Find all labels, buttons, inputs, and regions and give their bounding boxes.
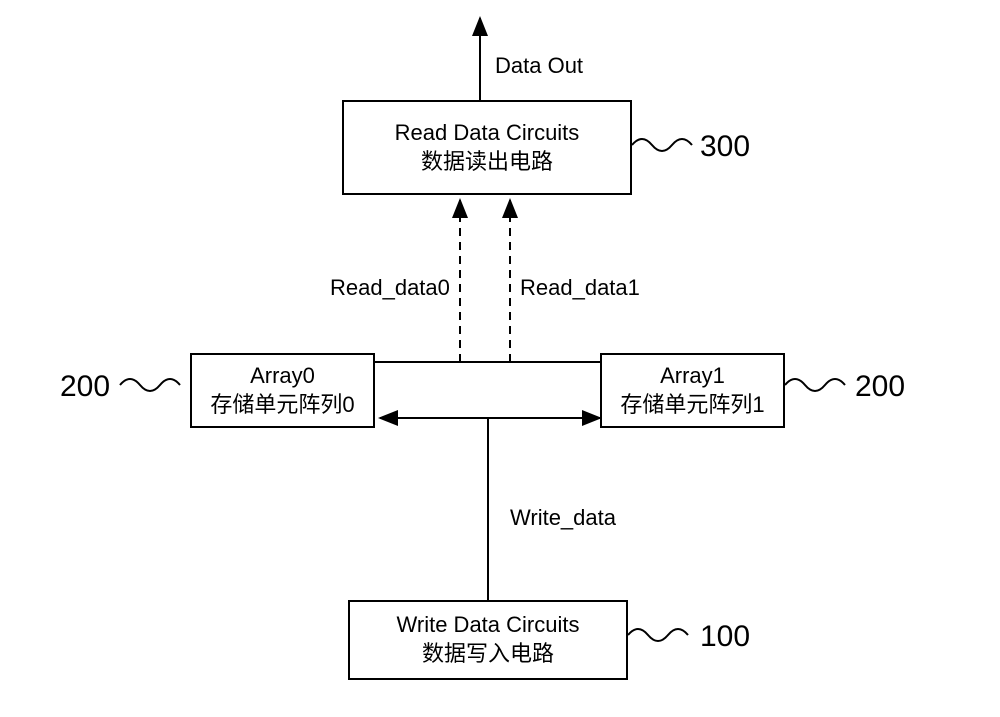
read-data0-label: Read_data0 bbox=[330, 275, 450, 301]
array1-title: Array1 bbox=[660, 362, 725, 391]
read-data1-label: Read_data1 bbox=[520, 275, 640, 301]
write-block-subtitle: 数据写入电路 bbox=[422, 640, 554, 669]
wave-array0-ref bbox=[120, 379, 180, 391]
read-data-circuits-block: Read Data Circuits 数据读出电路 bbox=[342, 100, 632, 195]
read-block-subtitle: 数据读出电路 bbox=[421, 148, 553, 177]
wave-write-ref bbox=[628, 629, 688, 641]
array1-block: Array1 存储单元阵列1 bbox=[600, 353, 785, 428]
data-out-label: Data Out bbox=[495, 53, 583, 79]
array0-ref: 200 bbox=[60, 370, 110, 404]
array0-title: Array0 bbox=[250, 362, 315, 391]
wave-array1-ref bbox=[785, 379, 845, 391]
write-data-label: Write_data bbox=[510, 505, 616, 531]
array1-ref: 200 bbox=[855, 370, 905, 404]
array1-subtitle: 存储单元阵列1 bbox=[620, 391, 764, 420]
write-block-ref: 100 bbox=[700, 620, 750, 654]
write-data-circuits-block: Write Data Circuits 数据写入电路 bbox=[348, 600, 628, 680]
write-block-title: Write Data Circuits bbox=[397, 611, 580, 640]
read-block-title: Read Data Circuits bbox=[395, 119, 580, 148]
array0-block: Array0 存储单元阵列0 bbox=[190, 353, 375, 428]
array0-subtitle: 存储单元阵列0 bbox=[210, 391, 354, 420]
read-block-ref: 300 bbox=[700, 130, 750, 164]
wave-read-ref bbox=[632, 139, 692, 151]
